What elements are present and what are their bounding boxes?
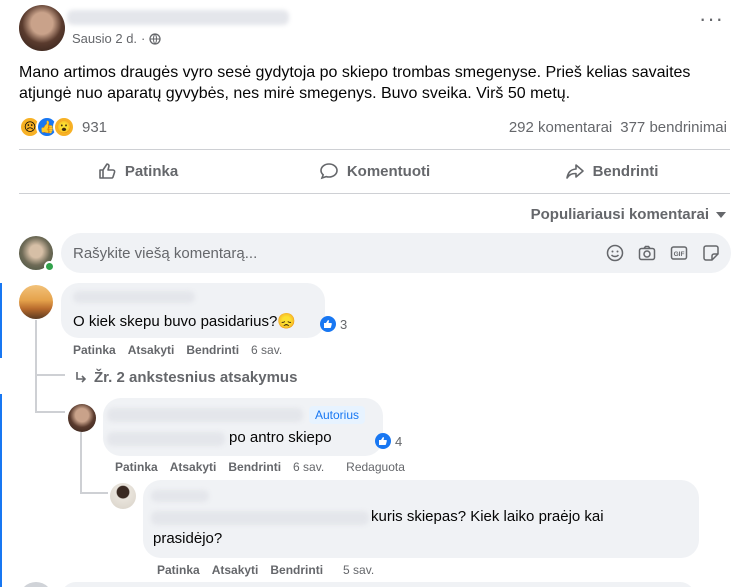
meta-dot: ·	[141, 31, 146, 46]
reply2-author-avatar[interactable]	[110, 483, 136, 509]
reply-text-blurred	[107, 432, 225, 446]
post-date[interactable]: Sausio 2 d.	[72, 31, 137, 46]
comment-actions: Patinka Atsakyti Bendrinti 6 sav.	[73, 343, 282, 357]
like-label: Patinka	[124, 162, 179, 180]
post-author-name-blurred[interactable]	[67, 10, 289, 25]
comment-bubble: O kiek skepu buvo pasidarius?😞	[61, 283, 325, 338]
view-previous-replies[interactable]: Žr. 2 ankstesnius atsakymus	[74, 369, 297, 386]
edited-label: Redaguota	[346, 460, 405, 474]
globe-icon	[149, 32, 162, 45]
highlight-bar	[0, 394, 2, 587]
commenter-avatar[interactable]	[19, 285, 53, 319]
reply-like-badge[interactable]: 4	[375, 433, 402, 449]
emoji-icon[interactable]	[605, 243, 625, 263]
comment-share-link[interactable]: Bendrinti	[186, 343, 239, 357]
caret-down-icon	[716, 211, 726, 218]
reply2-time[interactable]: 5 sav.	[343, 563, 374, 577]
camera-icon[interactable]	[637, 243, 657, 263]
next-comment-bubble	[61, 582, 695, 587]
reply-author-name-blurred[interactable]	[107, 408, 303, 422]
divider	[19, 193, 730, 194]
thread-line	[80, 432, 82, 494]
input-toolbar: GIF	[605, 243, 721, 263]
comment-like-count: 3	[340, 316, 348, 332]
comment-input-placeholder: Rašykite viešą komentarą...	[73, 244, 258, 262]
reaction-count[interactable]: 931	[82, 119, 107, 136]
thread-line	[35, 320, 37, 412]
reply-like-link[interactable]: Patinka	[115, 460, 158, 474]
comments-count[interactable]: 292 komentarai	[509, 119, 612, 136]
reply-time[interactable]: 6 sav.	[293, 460, 324, 474]
reply2-text-line1: kuris skiepas? Kiek laiko praėjo kai	[371, 508, 604, 525]
thumbs-up-icon	[99, 163, 116, 179]
more-options-icon[interactable]: ···	[699, 8, 724, 30]
like-icon	[320, 316, 336, 332]
next-commenter-avatar[interactable]	[19, 582, 53, 587]
gif-icon[interactable]: GIF	[669, 243, 689, 263]
post-text: Mano artimos draugės vyro sesė gydytoja …	[19, 64, 691, 102]
reply-bubble: Autorius po antro skiepo	[103, 398, 383, 456]
shares-count[interactable]: 377 bendrinimai	[620, 119, 727, 136]
like-button[interactable]: Patinka	[19, 150, 256, 192]
comment-icon	[320, 163, 338, 180]
sort-label: Populiariausi komentarai	[530, 206, 709, 223]
reply2-text-line2: prasidėjo?	[153, 530, 223, 547]
reply-actions: Patinka Atsakyti Bendrinti 6 sav. Redagu…	[115, 460, 405, 474]
thread-line	[35, 411, 65, 413]
svg-text:GIF: GIF	[674, 251, 685, 258]
comment-time[interactable]: 6 sav.	[251, 343, 282, 357]
reply2-reply-link[interactable]: Atsakyti	[212, 563, 259, 577]
reply2-actions: Patinka Atsakyti Bendrinti 5 sav.	[157, 563, 374, 577]
wow-reaction-icon: 😮	[53, 116, 75, 138]
thread-line	[80, 492, 108, 494]
sticker-icon[interactable]	[701, 243, 721, 263]
comment-sort-dropdown[interactable]: Populiariausi komentarai	[531, 206, 727, 223]
reply-reply-link[interactable]: Atsakyti	[170, 460, 217, 474]
comment-button[interactable]: Komentuoti	[256, 150, 493, 192]
comment-text-content: O kiek skepu buvo pasidarius?	[73, 313, 278, 330]
share-label: Bendrinti	[592, 162, 659, 180]
post-meta: Sausio 2 d. ·	[72, 31, 162, 46]
reply2-author-name-blurred[interactable]	[151, 490, 209, 502]
highlight-bar	[0, 283, 2, 358]
reply-text: po antro skiepo	[229, 429, 332, 446]
commenter-name-blurred[interactable]	[73, 291, 195, 303]
reply2-bubble: kuris skiepas? Kiek laiko praėjo kai pra…	[143, 480, 699, 558]
post-author-avatar[interactable]	[19, 5, 65, 51]
thread-line	[35, 374, 65, 376]
online-status-dot	[44, 261, 55, 272]
comment-text: O kiek skepu buvo pasidarius?😞	[73, 312, 296, 330]
author-badge: Autorius	[309, 406, 366, 424]
post-action-bar: Patinka Komentuoti Bendrinti	[19, 150, 730, 192]
reply-author-avatar[interactable]	[68, 404, 96, 432]
comment-like-link[interactable]: Patinka	[73, 343, 116, 357]
like-icon	[375, 433, 391, 449]
disappointed-emoji: 😞	[277, 313, 296, 330]
reply-arrow-icon	[76, 371, 87, 383]
view-replies-label: Žr. 2 ankstesnius atsakymus	[94, 369, 298, 386]
comment-reply-link[interactable]: Atsakyti	[128, 343, 175, 357]
comment-like-badge[interactable]: 3	[320, 316, 347, 332]
reply-share-link[interactable]: Bendrinti	[228, 460, 281, 474]
comment-label: Komentuoti	[346, 162, 431, 180]
reactions-summary[interactable]: ☹ 👍 😮 931	[19, 116, 107, 138]
reply-like-count: 4	[395, 433, 403, 449]
reply2-share-link[interactable]: Bendrinti	[270, 563, 323, 577]
reply2-text-blurred	[151, 511, 369, 525]
share-icon	[565, 164, 584, 179]
post-stats: 292 komentarai 377 bendrinimai	[509, 119, 727, 136]
reply2-like-link[interactable]: Patinka	[157, 563, 200, 577]
share-button[interactable]: Bendrinti	[493, 150, 730, 192]
